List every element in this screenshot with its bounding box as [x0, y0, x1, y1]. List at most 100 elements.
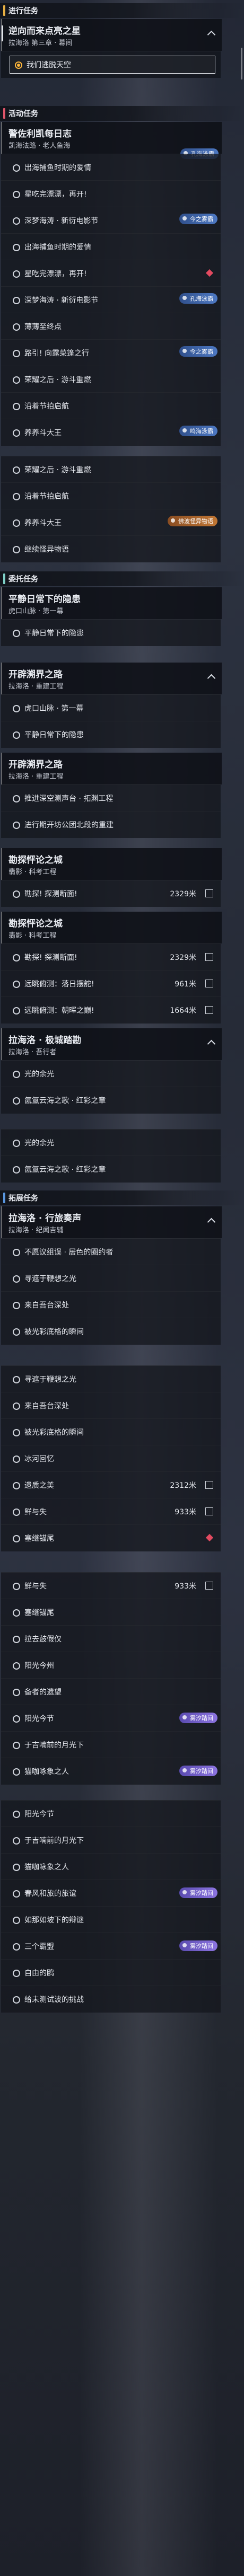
- quest-step[interactable]: 自由的鸥: [1, 1959, 221, 1986]
- quest-step[interactable]: 深梦海涛 · 新衍电影节 今之雾霸: [1, 207, 221, 234]
- quest-step[interactable]: 勘探! 探测断面! 2329米: [1, 880, 221, 907]
- track-checkbox-icon[interactable]: [205, 1006, 213, 1014]
- quest-step[interactable]: 沿着节拍启航: [1, 482, 221, 509]
- step-label: 勘探! 探测断面!: [24, 954, 77, 962]
- chevron-up-icon[interactable]: [207, 1218, 216, 1227]
- quest-step[interactable]: 平静日常下的隐患: [1, 619, 221, 646]
- step-label: 深梦海涛 · 新衍电影节: [24, 296, 99, 305]
- scrollbar-thumb[interactable]: [241, 48, 242, 80]
- quest-step[interactable]: 来自吾台深处: [1, 1392, 221, 1419]
- distance: 933米: [175, 1582, 196, 1591]
- quest-header[interactable]: 逆向而来点亮之星 拉海洛 第三章 · 幕间: [1, 19, 222, 51]
- quest-step[interactable]: 出海捕鱼时期的爱情: [1, 233, 221, 260]
- quest-step[interactable]: 塞继锚尾: [1, 1524, 221, 1551]
- track-checkbox-icon[interactable]: [205, 1582, 213, 1590]
- step-label: 进行期开坊公团北段的重建: [24, 821, 114, 830]
- quest-step[interactable]: 猫咖咏象之人: [1, 1853, 221, 1880]
- quest-step[interactable]: 寻遮于鞭想之光: [1, 1265, 221, 1292]
- quest-step[interactable]: 遗质之美 2312米: [1, 1471, 221, 1498]
- quest-subtitle: 拉海洛 · 重建工程: [8, 683, 64, 691]
- radio-icon: [13, 1636, 20, 1643]
- chevron-up-icon[interactable]: [207, 674, 216, 683]
- quest-step[interactable]: 沿着节拍启航: [1, 392, 221, 419]
- quest-step[interactable]: 拉去鼓假仅: [1, 1625, 221, 1652]
- radio-icon: [13, 1917, 20, 1924]
- step-label: 冰河回忆: [24, 1455, 54, 1463]
- step-label: 平静日常下的隐患: [24, 629, 84, 638]
- quest-header[interactable]: 开辟溯界之路 拉海洛 · 重建工程: [1, 753, 222, 784]
- quest-step[interactable]: 阳光今节 雾汐踏间: [1, 1705, 221, 1732]
- quest-step[interactable]: 星吃完漂漂，再开!: [1, 180, 221, 207]
- quest-step[interactable]: 鲜与失 933米: [1, 1498, 221, 1525]
- chevron-up-icon[interactable]: [207, 30, 216, 39]
- quest-step[interactable]: 氤氲云海之歌 · 红彩之章: [1, 1155, 221, 1183]
- radio-icon: [13, 350, 20, 357]
- quest-step[interactable]: 养养斗大王 鸣海泳霸: [1, 419, 221, 446]
- quest-step-selected[interactable]: 我们逃脱天空: [1, 51, 221, 78]
- quest-step[interactable]: 路引! 向露菜篷之行 今之雾霸: [1, 339, 221, 366]
- quest-step[interactable]: 深梦海涛 · 新衍电影节 孔海泳霸: [1, 286, 221, 313]
- track-checkbox-icon[interactable]: [205, 1507, 213, 1515]
- quest-step[interactable]: 阳光今节: [1, 1800, 221, 1827]
- quest-step[interactable]: 继续怪异物语: [1, 535, 221, 562]
- quest-step[interactable]: 冰河回忆: [1, 1445, 221, 1472]
- quest-step[interactable]: 养养斗大王 佛波怪异物语: [1, 509, 221, 536]
- quest-step[interactable]: 备者的遗望: [1, 1678, 221, 1705]
- quest-step[interactable]: 于吉喃前的月光下: [1, 1827, 221, 1854]
- quest-step[interactable]: 如那如坡下的辩谜: [1, 1906, 221, 1933]
- quest-header[interactable]: 拉海洛 · 极城踏勘 拉海洛 · 吾行者: [1, 1028, 222, 1060]
- quest-header[interactable]: 警佐利凯每日志 凯海法路 · 老人鱼海 孔海泳霸: [1, 122, 222, 159]
- quest-step[interactable]: 进行期开坊公团北段的重建: [1, 811, 221, 838]
- quest-step[interactable]: 光的余光: [1, 1129, 221, 1156]
- track-checkbox-icon[interactable]: [205, 889, 213, 897]
- quest-step[interactable]: 给未测试波的挑战: [1, 1986, 221, 2013]
- event-badge: 雾汐踏间: [179, 1940, 217, 1951]
- quest-step[interactable]: 星吃完漂漂，再开!: [1, 260, 221, 287]
- quest-step[interactable]: 三个霸盟 雾汐踏间: [1, 1933, 221, 1960]
- quest-header[interactable]: 勘探怦论之城 翡影 · 科考工程: [1, 848, 222, 880]
- quest-step[interactable]: 塞继锚尾: [1, 1599, 221, 1626]
- quest-step[interactable]: 猫咖咏象之人 雾汐踏间: [1, 1758, 221, 1785]
- quest-header[interactable]: 平静日常下的隐患 虎口山脉 · 第一幕: [1, 587, 222, 619]
- quest-step[interactable]: 远眺俯测：落日摆舵! 961米: [1, 970, 221, 997]
- quest-list[interactable]: 进行任务 逆向而来点亮之星 拉海洛 第三章 · 幕间 我们逃脱天空 活动任务 警…: [0, 0, 244, 2576]
- quest-step[interactable]: 阳光今州: [1, 1652, 221, 1679]
- quest-step[interactable]: 鲜与失 933米: [1, 1572, 221, 1599]
- step-label: 养养斗大王: [24, 519, 62, 527]
- quest-step[interactable]: 推进深空测声台 · 拓渊工程: [1, 784, 221, 811]
- quest-step[interactable]: 来自吾台深处: [1, 1291, 221, 1318]
- quest-step[interactable]: 被光彩底格的瞬间: [1, 1418, 221, 1445]
- track-checkbox-icon[interactable]: [205, 953, 213, 961]
- quest-header[interactable]: 勘探怦论之城 翡影 · 科考工程: [1, 912, 222, 943]
- quest-step[interactable]: 平静日常下的隐患: [1, 721, 221, 748]
- quest-step[interactable]: 氤氲云海之歌 · 红彩之章: [1, 1087, 221, 1114]
- quest-step[interactable]: 虎口山脉 · 第一幕: [1, 694, 221, 721]
- quest-step[interactable]: 荣耀之后 · 游斗重燃: [1, 366, 221, 393]
- radio-icon: [13, 1275, 20, 1283]
- quest-header[interactable]: 开辟溯界之路 拉海洛 · 重建工程: [1, 663, 222, 694]
- quest-header[interactable]: 拉海洛 · 行旅奏声 拉海洛 · 纪闻吉辅: [1, 1206, 222, 1238]
- quest-step[interactable]: 出海捕鱼时期的爱情: [1, 154, 221, 181]
- radio-icon: [13, 429, 20, 437]
- chevron-up-icon[interactable]: [207, 1039, 216, 1048]
- quest-step[interactable]: 寻遮于鞭想之光: [1, 1365, 221, 1392]
- radio-icon: [13, 1837, 20, 1845]
- quest-step[interactable]: 被光彩底格的瞬间: [1, 1318, 221, 1345]
- radio-icon: [13, 1140, 20, 1147]
- quest-step[interactable]: 光的余光: [1, 1060, 221, 1087]
- distance: 2329米: [170, 954, 196, 962]
- section-header-explore: 拓展任务: [0, 1190, 244, 1205]
- quest-step[interactable]: 荣耀之后 · 游斗重燃: [1, 456, 221, 483]
- track-checkbox-icon[interactable]: [205, 980, 213, 987]
- step-label: 春风和旅的旅谊: [24, 1890, 76, 1898]
- quest-step[interactable]: 远眺俯测：朝晖之巅! 1664米: [1, 996, 221, 1024]
- event-badge: 鸣海泳霸: [179, 426, 217, 436]
- quest-step[interactable]: 不愿议组误 · 居色的圈约者: [1, 1238, 221, 1265]
- quest-step[interactable]: 薄薄至终点: [1, 313, 221, 340]
- quest-step[interactable]: 勘探! 探测断面! 2329米: [1, 943, 221, 971]
- quest-step[interactable]: 春风和旅的旅谊 雾汐踏间: [1, 1880, 221, 1907]
- section-title: 进行任务: [8, 7, 38, 15]
- track-checkbox-icon[interactable]: [205, 1481, 213, 1489]
- step-label: 远眺俯测：落日摆舵!: [24, 980, 94, 989]
- quest-step[interactable]: 于吉喃前的月光下: [1, 1731, 221, 1758]
